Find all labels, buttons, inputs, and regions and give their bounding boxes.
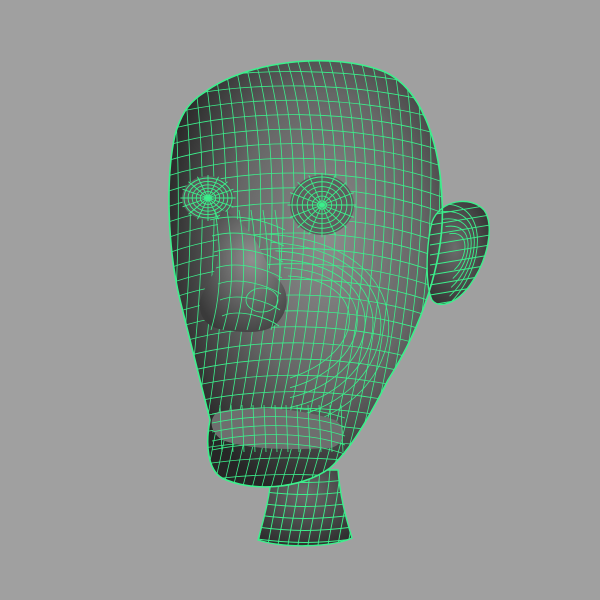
eye-right-wireframe bbox=[287, 172, 357, 238]
eye-right[interactable] bbox=[287, 172, 357, 238]
head-edge-loop-vertical bbox=[145, 60, 166, 500]
ear-right[interactable] bbox=[426, 200, 490, 305]
head-edge-loop-vertical bbox=[168, 60, 179, 487]
mouth-mesh[interactable] bbox=[211, 404, 346, 455]
3d-viewport[interactable] bbox=[0, 0, 600, 600]
head-mesh[interactable] bbox=[0, 0, 600, 600]
neck-edge-vertical bbox=[347, 470, 352, 546]
